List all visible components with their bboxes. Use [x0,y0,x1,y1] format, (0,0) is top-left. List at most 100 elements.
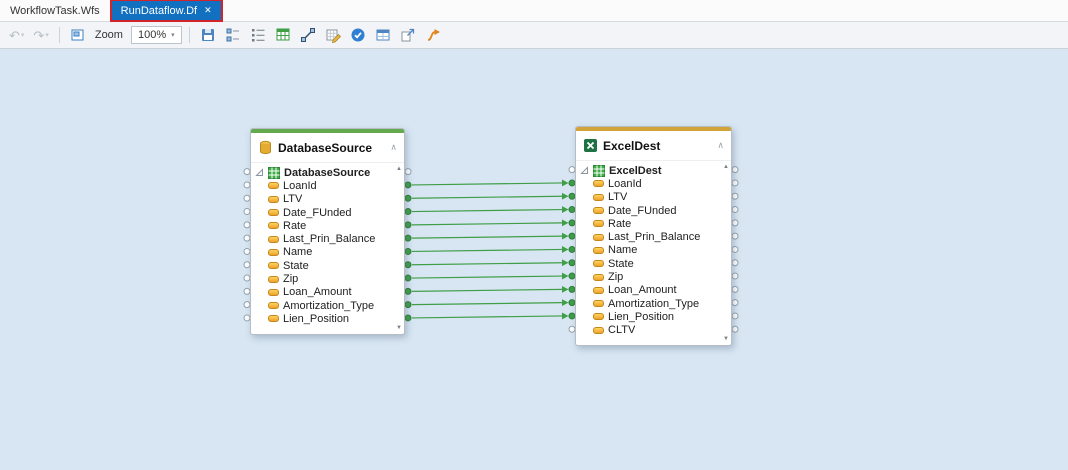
mapping-wire[interactable] [412,316,562,318]
scroll-up-icon[interactable]: ▲ [723,164,729,170]
field-row[interactable]: Amortization_Type [580,297,719,310]
port-mapped[interactable] [405,315,411,321]
tree-expander-icon[interactable] [580,166,589,175]
port-mapped[interactable] [405,235,411,241]
port[interactable] [732,260,738,266]
node-header[interactable]: ExcelDest∧ [576,131,731,160]
undo-button[interactable]: ↶ ▾ [6,24,27,46]
port-mapped[interactable] [405,275,411,281]
port[interactable] [732,273,738,279]
tree-list-button[interactable] [247,24,269,46]
port[interactable] [732,300,738,306]
field-icon [268,209,279,216]
field-row[interactable]: Loan_Amount [580,284,719,297]
field-row[interactable]: Loan_Amount [255,286,392,299]
expression-builder-button[interactable] [322,24,344,46]
zoom-level-value: 100% [138,29,166,41]
field-icon [593,207,604,214]
port[interactable] [732,167,738,173]
port[interactable] [732,246,738,252]
port-mapped[interactable] [405,288,411,294]
horizontal-layout-button[interactable] [222,24,244,46]
preview-data-button[interactable] [372,24,394,46]
field-row[interactable]: Last_Prin_Balance [255,232,392,245]
field-row[interactable]: Lien_Position [255,312,392,325]
scroll-up-icon[interactable]: ▲ [396,166,402,172]
link-tool-button[interactable] [297,24,319,46]
mapping-wire[interactable] [412,210,562,212]
port-mapped[interactable] [405,209,411,215]
port[interactable] [732,286,738,292]
mapping-wire[interactable] [412,303,562,305]
field-row[interactable]: State [580,257,719,270]
port[interactable] [405,169,411,175]
port-mapped[interactable] [405,195,411,201]
verify-dataflow-button[interactable] [347,24,369,46]
mapping-wire[interactable] [412,236,562,238]
mapping-arrow-icon [562,313,569,320]
field-row[interactable]: Zip [255,272,392,285]
redo-button[interactable]: ↷ ▾ [30,24,51,46]
dataflow-canvas[interactable]: DatabaseSource∧DatabaseSourceLoanIdLTVDa… [0,49,1068,470]
field-row[interactable]: Amortization_Type [255,299,392,312]
node-header[interactable]: DatabaseSource ∧ [251,133,404,162]
field-row[interactable]: State [255,259,392,272]
port-mapped[interactable] [405,182,411,188]
collapse-chevron-icon[interactable]: ∧ [717,140,724,151]
mapping-wire[interactable] [412,276,562,278]
mapping-wire[interactable] [412,289,562,291]
mapping-wire[interactable] [412,263,562,265]
mapping-wire[interactable] [412,196,562,198]
field-row[interactable]: LoanId [255,179,392,192]
field-row[interactable]: Lien_Position [580,310,719,323]
field-row[interactable]: LoanId [580,177,719,190]
field-row[interactable]: CLTV [580,324,719,337]
field-label: State [283,260,309,272]
tab-rundataflow-df[interactable]: RunDataflow.Df ✕ [111,0,222,21]
redo-icon: ↷ [33,29,44,42]
port-mapped[interactable] [405,262,411,268]
field-row[interactable]: LTV [255,193,392,206]
scroll-down-icon[interactable]: ▼ [396,325,402,331]
port-mapped[interactable] [405,222,411,228]
collapse-chevron-icon[interactable]: ∧ [390,142,397,153]
node-title: DatabaseSource [278,141,372,155]
port[interactable] [732,220,738,226]
zoom-level-select[interactable]: 100% ▾ [131,26,182,44]
open-in-window-button[interactable] [397,24,419,46]
field-row[interactable]: Name [255,246,392,259]
field-row[interactable]: Date_FUnded [580,204,719,217]
tab-workflowtask-wfs[interactable]: WorkflowTask.Wfs [0,0,111,21]
mapping-wire[interactable] [412,249,562,251]
field-row-root[interactable]: ExcelDest [580,164,719,177]
auto-map-button[interactable] [422,24,444,46]
field-row[interactable]: Last_Prin_Balance [580,230,719,243]
field-row[interactable]: LTV [580,191,719,204]
field-row[interactable]: Date_FUnded [255,206,392,219]
field-row[interactable]: Zip [580,270,719,283]
close-tab-icon[interactable]: ✕ [204,6,212,15]
port[interactable] [732,326,738,332]
port[interactable] [732,233,738,239]
document-tabbar: WorkflowTask.Wfs RunDataflow.Df ✕ [0,0,1068,22]
field-row-root[interactable]: DatabaseSource [255,166,392,179]
field-row[interactable]: Name [580,244,719,257]
scroll-down-icon[interactable]: ▼ [723,336,729,342]
mapping-wire[interactable] [412,223,562,225]
zoom-to-fit-button[interactable] [67,24,89,46]
tree-expander-icon[interactable] [255,168,264,177]
port[interactable] [732,180,738,186]
database-table-button[interactable] [272,24,294,46]
field-row[interactable]: Rate [580,217,719,230]
port-mapped[interactable] [405,302,411,308]
node-databasesource[interactable]: DatabaseSource∧DatabaseSourceLoanIdLTVDa… [250,128,405,335]
field-row[interactable]: Rate [255,219,392,232]
mapping-wire[interactable] [412,183,562,185]
port-mapped[interactable] [405,248,411,254]
field-label: Last_Prin_Balance [283,233,375,245]
port[interactable] [732,313,738,319]
save-button[interactable] [197,24,219,46]
port[interactable] [732,193,738,199]
node-exceldest[interactable]: ExcelDest∧ ExcelDestLoanIdLTVDate_FUndedR… [575,126,732,346]
port[interactable] [732,207,738,213]
